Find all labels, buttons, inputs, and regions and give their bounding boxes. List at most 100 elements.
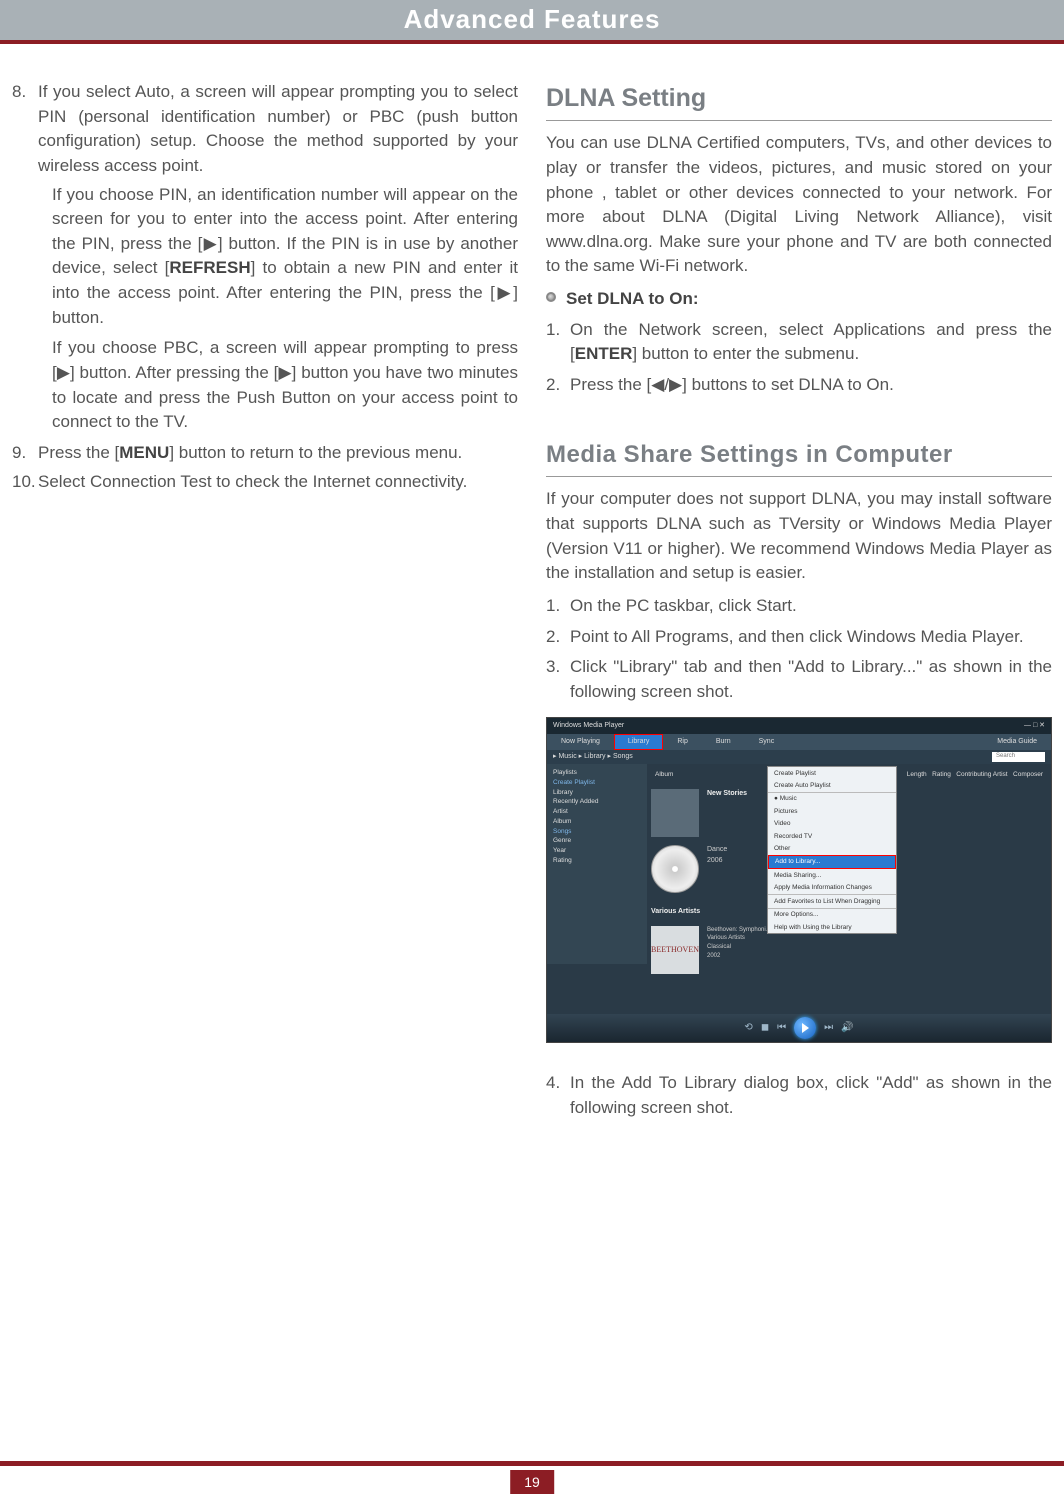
media-step-4: 4. In the Add To Library dialog box, cli… bbox=[546, 1071, 1052, 1120]
sidebar-item[interactable]: Recently Added bbox=[553, 797, 641, 807]
media-step-2: 2. Point to All Programs, and then click… bbox=[546, 625, 1052, 650]
page-body: 8. If you select Auto, a screen will app… bbox=[12, 80, 1052, 1437]
step-9: 9. Press the [MENU] button to return to … bbox=[12, 441, 518, 466]
sidebar-item[interactable]: Album bbox=[553, 817, 641, 827]
step-number: 9. bbox=[12, 441, 38, 466]
menu-item[interactable]: Recorded TV bbox=[768, 830, 896, 842]
dlna-intro: You can use DLNA Certified computers, TV… bbox=[546, 131, 1052, 279]
step-number: 1. bbox=[546, 318, 570, 367]
album-art-icon: BEETHOVEN bbox=[651, 926, 699, 974]
menu-item[interactable]: Help with Using the Library bbox=[768, 921, 896, 933]
album-meta: Dance2006 bbox=[707, 845, 727, 865]
step-number: 8. bbox=[12, 80, 38, 179]
cd-icon bbox=[651, 845, 699, 893]
step-text: Press the [MENU] button to return to the… bbox=[38, 441, 518, 466]
sidebar-item[interactable]: Artist bbox=[553, 807, 641, 817]
menu-item[interactable]: Apply Media Information Changes bbox=[768, 882, 896, 894]
sidebar-item[interactable]: Create Playlist bbox=[553, 778, 641, 788]
shuffle-icon[interactable]: ⟲ bbox=[744, 1021, 752, 1036]
wmp-tab[interactable]: Rip bbox=[663, 734, 702, 750]
menu-item-add-to-library[interactable]: Add to Library... bbox=[768, 855, 896, 869]
wmp-tab-library[interactable]: Library bbox=[614, 734, 663, 750]
media-step-1: 1. On the PC taskbar, click Start. bbox=[546, 594, 1052, 619]
play-button[interactable] bbox=[794, 1017, 816, 1039]
wmp-tab[interactable]: Now Playing bbox=[547, 734, 614, 750]
menu-item[interactable]: Media Sharing... bbox=[768, 869, 896, 881]
step-text: Select Connection Test to check the Inte… bbox=[38, 470, 518, 495]
media-intro: If your computer does not support DLNA, … bbox=[546, 487, 1052, 586]
wmp-player-bar: ⟲ ◼ ⏮ ⏭ 🔊 bbox=[547, 1014, 1051, 1042]
enter-label: ENTER bbox=[575, 344, 633, 363]
step-8-pin: If you choose PIN, an identification num… bbox=[52, 183, 518, 331]
menu-item[interactable]: Create Auto Playlist bbox=[768, 779, 896, 791]
step-text: Point to All Programs, and then click Wi… bbox=[570, 625, 1052, 650]
page-footer: 19 bbox=[0, 1461, 1064, 1497]
dlna-bullet: Set DLNA to On: bbox=[546, 287, 1052, 312]
sidebar-item[interactable]: Year bbox=[553, 846, 641, 856]
refresh-label: REFRESH bbox=[169, 258, 250, 277]
sidebar-item[interactable]: Playlists bbox=[553, 768, 641, 778]
header-rule bbox=[0, 40, 1064, 44]
wmp-search[interactable]: Search bbox=[992, 752, 1045, 762]
step-number: 2. bbox=[546, 373, 570, 398]
sidebar-item[interactable]: Rating bbox=[553, 856, 641, 866]
step-number: 4. bbox=[546, 1071, 570, 1120]
step-text: If you select Auto, a screen will appear… bbox=[38, 80, 518, 179]
wmp-main: AlbumLength Rating Contributing Artist C… bbox=[647, 764, 1051, 964]
sidebar-item[interactable]: Songs bbox=[553, 827, 641, 837]
wmp-tab[interactable]: Sync bbox=[745, 734, 789, 750]
wmp-breadcrumb: ▸ Music ▸ Library ▸ Songs Search bbox=[547, 750, 1051, 764]
menu-label: MENU bbox=[119, 443, 169, 462]
left-column: 8. If you select Auto, a screen will app… bbox=[12, 80, 518, 1437]
media-step-3: 3. Click "Library" tab and then "Add to … bbox=[546, 655, 1052, 704]
step-text: Click "Library" tab and then "Add to Lib… bbox=[570, 655, 1052, 704]
page-number: 19 bbox=[510, 1470, 554, 1494]
page-header-title: Advanced Features bbox=[404, 1, 661, 39]
menu-item[interactable]: More Options... bbox=[768, 908, 896, 921]
wmp-sidebar: Playlists Create Playlist Library Recent… bbox=[547, 764, 647, 964]
sidebar-item[interactable]: Genre bbox=[553, 836, 641, 846]
album-art-icon bbox=[651, 789, 699, 837]
wmp-body: Playlists Create Playlist Library Recent… bbox=[547, 764, 1051, 964]
sidebar-item[interactable]: Library bbox=[553, 788, 641, 798]
wmp-library-menu: Create Playlist Create Auto Playlist ● M… bbox=[767, 766, 897, 934]
step-text: On the Network screen, select Applicatio… bbox=[570, 318, 1052, 367]
wmp-titlebar: Windows Media Player — □ ✕ bbox=[547, 718, 1051, 734]
prev-icon[interactable]: ⏮ bbox=[777, 1021, 786, 1036]
wmp-tab[interactable]: Media Guide bbox=[983, 734, 1051, 750]
step-number: 2. bbox=[546, 625, 570, 650]
volume-icon[interactable]: 🔊 bbox=[841, 1021, 853, 1036]
page-header: Advanced Features bbox=[0, 0, 1064, 40]
dlna-bullet-text: Set DLNA to On: bbox=[566, 287, 699, 312]
dlna-step-1: 1. On the Network screen, select Applica… bbox=[546, 318, 1052, 367]
menu-item[interactable]: Other bbox=[768, 843, 896, 855]
wmp-tabs: Now Playing Library Rip Burn Sync Media … bbox=[547, 734, 1051, 750]
window-controls-icon: — □ ✕ bbox=[1024, 721, 1045, 731]
step-number: 1. bbox=[546, 594, 570, 619]
album-title: New Stories bbox=[707, 789, 747, 799]
dlna-heading: DLNA Setting bbox=[546, 80, 1052, 121]
breadcrumb-text: ▸ Music ▸ Library ▸ Songs bbox=[553, 752, 633, 762]
step-10: 10. Select Connection Test to check the … bbox=[12, 470, 518, 495]
menu-item[interactable]: Add Favorites to List When Dragging bbox=[768, 894, 896, 907]
media-heading: Media Share Settings in Computer bbox=[546, 438, 1052, 478]
right-column: DLNA Setting You can use DLNA Certified … bbox=[546, 80, 1052, 1437]
bullet-icon bbox=[546, 292, 556, 302]
menu-item[interactable]: ● Music bbox=[768, 792, 896, 805]
menu-item[interactable]: Create Playlist bbox=[768, 767, 896, 779]
step-8-pbc: If you choose PBC, a screen will appear … bbox=[52, 336, 518, 435]
menu-item[interactable]: Video bbox=[768, 818, 896, 830]
dlna-step-2: 2. Press the [◀/▶] buttons to set DLNA t… bbox=[546, 373, 1052, 398]
wmp-tab[interactable]: Burn bbox=[702, 734, 745, 750]
stop-icon[interactable]: ◼ bbox=[761, 1021, 769, 1036]
next-icon[interactable]: ⏭ bbox=[824, 1021, 833, 1036]
step-text: On the PC taskbar, click Start. bbox=[570, 594, 1052, 619]
step-text: In the Add To Library dialog box, click … bbox=[570, 1071, 1052, 1120]
wmp-app-title: Windows Media Player bbox=[553, 721, 624, 731]
step-number: 3. bbox=[546, 655, 570, 704]
step-text: Press the [◀/▶] buttons to set DLNA to O… bbox=[570, 373, 1052, 398]
wmp-screenshot: Windows Media Player — □ ✕ Now Playing L… bbox=[546, 717, 1052, 1043]
step-number: 10. bbox=[12, 470, 38, 495]
menu-item[interactable]: Pictures bbox=[768, 805, 896, 817]
step-8: 8. If you select Auto, a screen will app… bbox=[12, 80, 518, 179]
